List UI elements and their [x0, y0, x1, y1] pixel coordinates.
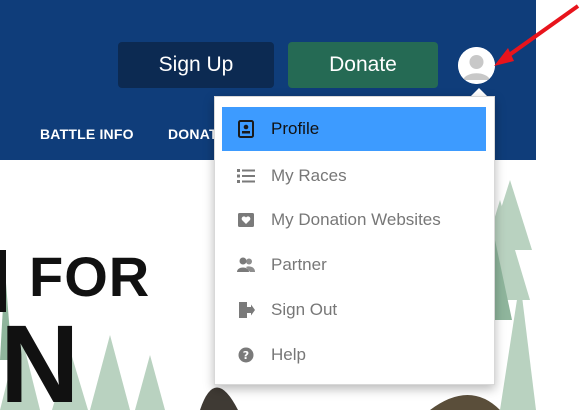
menu-item-label: Sign Out: [271, 300, 338, 319]
sign-out-icon: [235, 300, 257, 320]
svg-text:?: ?: [243, 349, 249, 362]
menu-item-my-races[interactable]: My Races: [222, 154, 486, 198]
menu-item-my-donation-websites[interactable]: My Donation Websites: [222, 198, 486, 242]
menu-item-label: Help: [271, 345, 306, 364]
nav-donate[interactable]: DONATE: [168, 126, 216, 142]
user-avatar-button[interactable]: [458, 47, 495, 84]
donate-button[interactable]: Donate: [288, 42, 438, 88]
user-dropdown-menu: Profile My Races My Donation Websites Pa…: [214, 96, 495, 385]
users-icon: [235, 255, 257, 275]
menu-item-help[interactable]: ? Help: [222, 333, 486, 377]
question-circle-icon: ?: [235, 345, 257, 365]
menu-item-label: Profile: [271, 119, 320, 138]
menu-item-profile[interactable]: Profile: [222, 107, 486, 151]
menu-item-partner[interactable]: Partner: [222, 243, 486, 287]
menu-item-label: My Races: [271, 166, 347, 185]
list-icon: [235, 166, 257, 186]
menu-item-label: Partner: [271, 255, 327, 274]
sign-up-button[interactable]: Sign Up: [118, 42, 274, 88]
profile-card-icon: [235, 119, 257, 139]
avatar-icon: [458, 47, 495, 84]
nav-battle-info[interactable]: BATTLE INFO: [40, 126, 134, 142]
hero-title-for: FOR: [29, 245, 151, 308]
menu-item-label: My Donation Websites: [271, 210, 441, 229]
hero-title-n: N: [0, 303, 80, 410]
heart-window-icon: [235, 210, 257, 230]
menu-item-sign-out[interactable]: Sign Out: [222, 288, 486, 332]
